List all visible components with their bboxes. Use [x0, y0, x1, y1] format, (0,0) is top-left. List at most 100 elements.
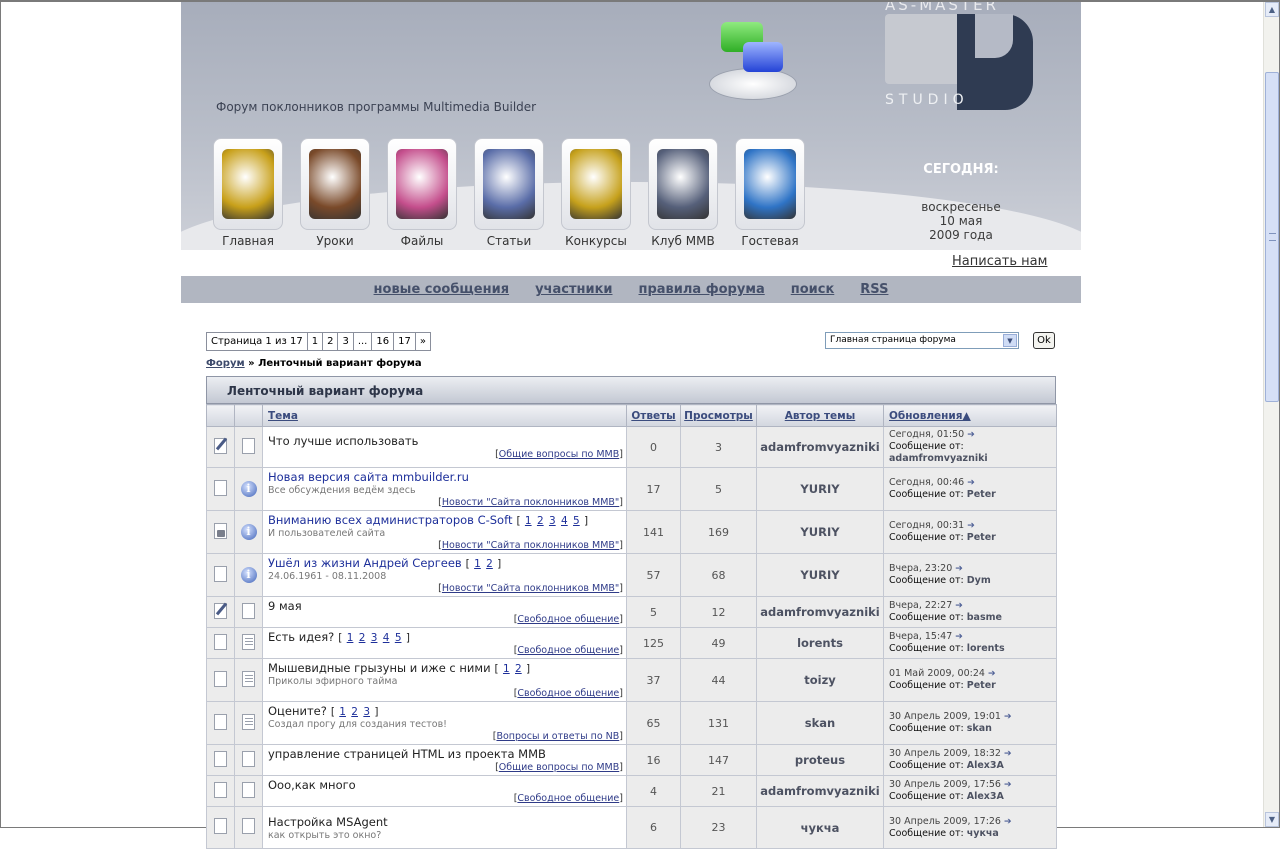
topic-page-link[interactable]: 1 [339, 706, 346, 718]
menu-link-4[interactable]: RSS [860, 282, 888, 297]
author-link[interactable]: lorents [756, 627, 884, 659]
nav-tile-box[interactable] [474, 138, 544, 230]
last-poster-link[interactable]: чукча [967, 828, 999, 839]
topic-page-link[interactable]: 2 [359, 632, 366, 644]
column-header-updated[interactable]: Обновления▲ [883, 404, 1057, 427]
topic-title-link[interactable]: Мышевидные грызуны и иже с ними [268, 661, 491, 675]
topic-page-link[interactable]: 2 [537, 515, 544, 527]
last-poster-link[interactable]: adamfromvyazniki [889, 453, 988, 464]
nav-tile-4[interactable]: Конкурсы [561, 138, 631, 248]
category-link[interactable]: Вопросы и ответы по NB [496, 731, 619, 742]
author-link[interactable]: YURIY [756, 467, 884, 511]
topic-title-link[interactable]: Есть идея? [268, 630, 334, 644]
nav-tile-1[interactable]: Уроки [300, 138, 370, 248]
author-link[interactable]: YURIY [756, 553, 884, 597]
topic-page-link[interactable]: 1 [474, 558, 481, 570]
category-link[interactable]: Свободное общение [517, 614, 619, 625]
go-to-last-post-icon[interactable]: ➔ [988, 669, 996, 679]
vertical-scrollbar[interactable]: ▲ ▼ [1263, 2, 1279, 827]
scroll-up-arrow-icon[interactable]: ▲ [1265, 2, 1279, 17]
author-link[interactable]: skan [756, 701, 884, 745]
breadcrumb-root-link[interactable]: Форум [206, 358, 245, 369]
go-to-last-post-icon[interactable]: ➔ [1004, 712, 1012, 722]
page-link[interactable]: 1 [308, 333, 324, 350]
last-poster-link[interactable]: basme [967, 612, 1002, 623]
nav-tile-2[interactable]: Файлы [387, 138, 457, 248]
column-header-author[interactable]: Автор темы [756, 404, 884, 427]
menu-link-3[interactable]: поиск [791, 282, 835, 297]
topic-title-link[interactable]: Ушёл из жизни Андрей Сергеев [268, 556, 462, 570]
topic-page-link[interactable]: 2 [351, 706, 358, 718]
column-header-topic[interactable]: Тема [262, 404, 627, 427]
column-header-replies[interactable]: Ответы [626, 404, 681, 427]
go-to-last-post-icon[interactable]: ➔ [967, 430, 975, 440]
page-link[interactable]: ... [354, 333, 373, 350]
topic-title-link[interactable]: Вниманию всех администраторов C-Soft [268, 513, 512, 527]
nav-tile-box[interactable] [387, 138, 457, 230]
topic-page-link[interactable]: 4 [561, 515, 568, 527]
go-to-last-post-icon[interactable]: ➔ [955, 564, 963, 574]
go-to-last-post-icon[interactable]: ➔ [1004, 817, 1012, 827]
last-poster-link[interactable]: Dym [967, 575, 991, 586]
menu-link-0[interactable]: новые сообщения [374, 282, 510, 297]
category-link[interactable]: Новости "Сайта поклонников MMB" [442, 540, 619, 551]
page-link[interactable]: 3 [338, 333, 354, 350]
topic-title-link[interactable]: Новая версия сайта mmbuilder.ru [268, 470, 469, 484]
forum-jump-select[interactable]: Главная страница форума ▼ [825, 332, 1019, 349]
topic-page-link[interactable]: 3 [363, 706, 370, 718]
author-link[interactable]: adamfromvyazniki [756, 596, 884, 628]
author-link[interactable]: toizy [756, 658, 884, 702]
nav-label[interactable]: Клуб MMB [648, 234, 718, 248]
category-link[interactable]: Общие вопросы по MMB [499, 762, 620, 773]
scrollbar-thumb[interactable] [1265, 72, 1279, 402]
page-link[interactable]: » [416, 333, 430, 350]
author-link[interactable]: proteus [756, 744, 884, 776]
nav-label[interactable]: Уроки [300, 234, 370, 248]
topic-page-link[interactable]: 3 [549, 515, 556, 527]
page-link[interactable]: 17 [394, 333, 416, 350]
topic-title-link[interactable]: Что лучше использовать [268, 434, 418, 448]
go-to-last-post-icon[interactable]: ➔ [967, 521, 975, 531]
last-poster-link[interactable]: Alex3A [967, 791, 1004, 802]
topic-page-link[interactable]: 3 [371, 632, 378, 644]
site-logo[interactable]: AS-MASTER STUDIO [883, 2, 1043, 112]
menu-link-2[interactable]: правила форума [639, 282, 765, 297]
category-link[interactable]: Новости "Сайта поклонников MMB" [442, 497, 619, 508]
topic-page-link[interactable]: 1 [525, 515, 532, 527]
go-to-last-post-icon[interactable]: ➔ [1004, 749, 1012, 759]
go-to-last-post-icon[interactable]: ➔ [955, 601, 963, 611]
topic-page-link[interactable]: 5 [395, 632, 402, 644]
topic-page-link[interactable]: 1 [503, 663, 510, 675]
ok-button[interactable]: Ok [1033, 332, 1055, 349]
nav-label[interactable]: Главная [213, 234, 283, 248]
nav-tile-box[interactable] [213, 138, 283, 230]
category-link[interactable]: Свободное общение [517, 645, 619, 656]
topic-title-link[interactable]: Ооо,как много [268, 778, 356, 792]
nav-label[interactable]: Статьи [474, 234, 544, 248]
last-poster-link[interactable]: skan [967, 723, 992, 734]
author-link[interactable]: YURIY [756, 510, 884, 554]
category-link[interactable]: Свободное общение [517, 793, 619, 804]
nav-tile-5[interactable]: Клуб MMB [648, 138, 718, 248]
topic-page-link[interactable]: 2 [515, 663, 522, 675]
chevron-down-icon[interactable]: ▼ [1003, 334, 1017, 347]
nav-tile-box[interactable] [735, 138, 805, 230]
topic-title-link[interactable]: управление страницей HTML из проекта MMB [268, 747, 546, 761]
nav-tile-box[interactable] [648, 138, 718, 230]
menu-link-1[interactable]: участники [535, 282, 612, 297]
category-link[interactable]: Общие вопросы по MMB [499, 449, 620, 460]
topic-page-link[interactable]: 1 [347, 632, 354, 644]
topic-title-link[interactable]: Оцените? [268, 704, 327, 718]
topic-title-link[interactable]: Настройка MSAgent [268, 815, 388, 829]
page-link[interactable]: 2 [323, 333, 339, 350]
nav-tile-box[interactable] [561, 138, 631, 230]
nav-tile-0[interactable]: Главная [213, 138, 283, 248]
scroll-down-arrow-icon[interactable]: ▼ [1265, 812, 1279, 827]
author-link[interactable]: adamfromvyazniki [756, 426, 884, 468]
nav-tile-6[interactable]: Гостевая [735, 138, 805, 248]
go-to-last-post-icon[interactable]: ➔ [955, 632, 963, 642]
nav-label[interactable]: Конкурсы [561, 234, 631, 248]
last-poster-link[interactable]: Peter [967, 532, 996, 543]
go-to-last-post-icon[interactable]: ➔ [967, 478, 975, 488]
last-poster-link[interactable]: Peter [967, 489, 996, 500]
